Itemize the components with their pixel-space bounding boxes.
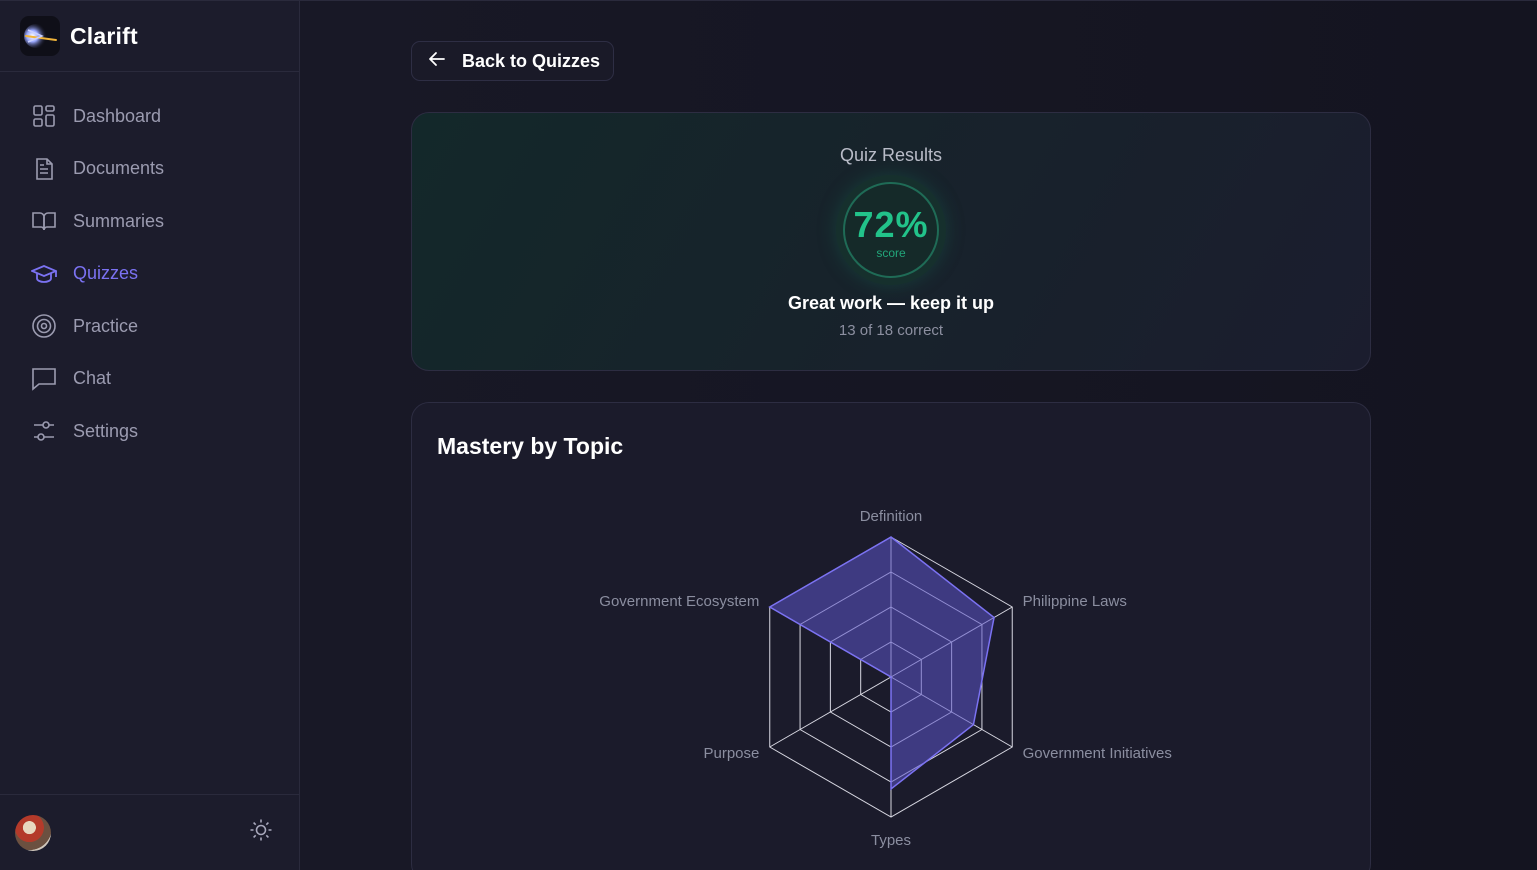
theme-toggle-button[interactable] [248,818,274,847]
sliders-icon [31,418,57,444]
sidebar-item-label: Documents [73,158,165,179]
score-label: score [876,246,906,260]
document-icon [31,156,57,182]
results-count: 13 of 18 correct [838,322,944,339]
sidebar-item-label: Quizzes [73,263,139,284]
results-message: Great work — keep it up [787,293,995,313]
mastery-card: Mastery by Topic Definition Philippine La… [411,402,1371,870]
back-button-label: Back to Quizzes [462,50,601,71]
results-title: Quiz Results [839,145,943,165]
sidebar-item-label: Settings [73,420,139,441]
sidebar: Clarift Dashboard Documents Summaries Qu… [0,0,300,870]
sidebar-nav: Dashboard Documents Summaries Quizzes Pr… [0,72,299,458]
sidebar-item-practice[interactable]: Practice [0,300,299,353]
brand-logo-icon [20,16,60,56]
radar-axis-label: Philippine Laws [1023,593,1127,610]
brand-name: Clarift [70,22,138,49]
sidebar-footer [0,794,300,870]
radar-axis-label: Government Initiatives [1023,745,1172,762]
avatar[interactable] [15,814,51,851]
arrow-left-icon [428,50,446,73]
score-value: 72% [853,204,929,245]
sidebar-item-label: Summaries [73,210,165,231]
radar-axis-label: Types [871,832,911,849]
target-icon [31,313,57,339]
sidebar-item-label: Chat [73,368,112,389]
back-to-quizzes-button[interactable]: Back to Quizzes [411,41,614,81]
quiz-results-card: Quiz Results 72% score Great work — keep… [411,112,1371,371]
dashboard-icon [31,103,57,129]
chat-bubble-icon [31,366,57,392]
score-ring-inner: 72% score [843,182,939,278]
sidebar-item-label: Dashboard [73,105,162,126]
radar-series-area [768,536,995,791]
sidebar-item-label: Practice [73,315,139,336]
score-ring: 72% score [836,175,946,285]
radar-axis-label: Definition [860,508,923,525]
sidebar-item-quizzes[interactable]: Quizzes [0,248,299,301]
graduation-cap-icon [31,261,57,287]
book-icon [31,208,57,234]
mastery-radar-chart: Definition Philippine Laws Government Init… [599,508,1172,849]
sidebar-item-settings[interactable]: Settings [0,405,299,458]
main-content: Back to Quizzes Quiz Results 72% score G… [300,0,1537,870]
radar-axis-label: Government Ecosystem [599,593,759,610]
sidebar-item-documents[interactable]: Documents [0,143,299,196]
sidebar-item-dashboard[interactable]: Dashboard [0,90,299,143]
brand[interactable]: Clarift [0,1,299,72]
sidebar-item-chat[interactable]: Chat [0,353,299,406]
sun-icon [249,818,273,847]
sidebar-item-summaries[interactable]: Summaries [0,195,299,248]
radar-axis-label: Purpose [703,745,759,762]
